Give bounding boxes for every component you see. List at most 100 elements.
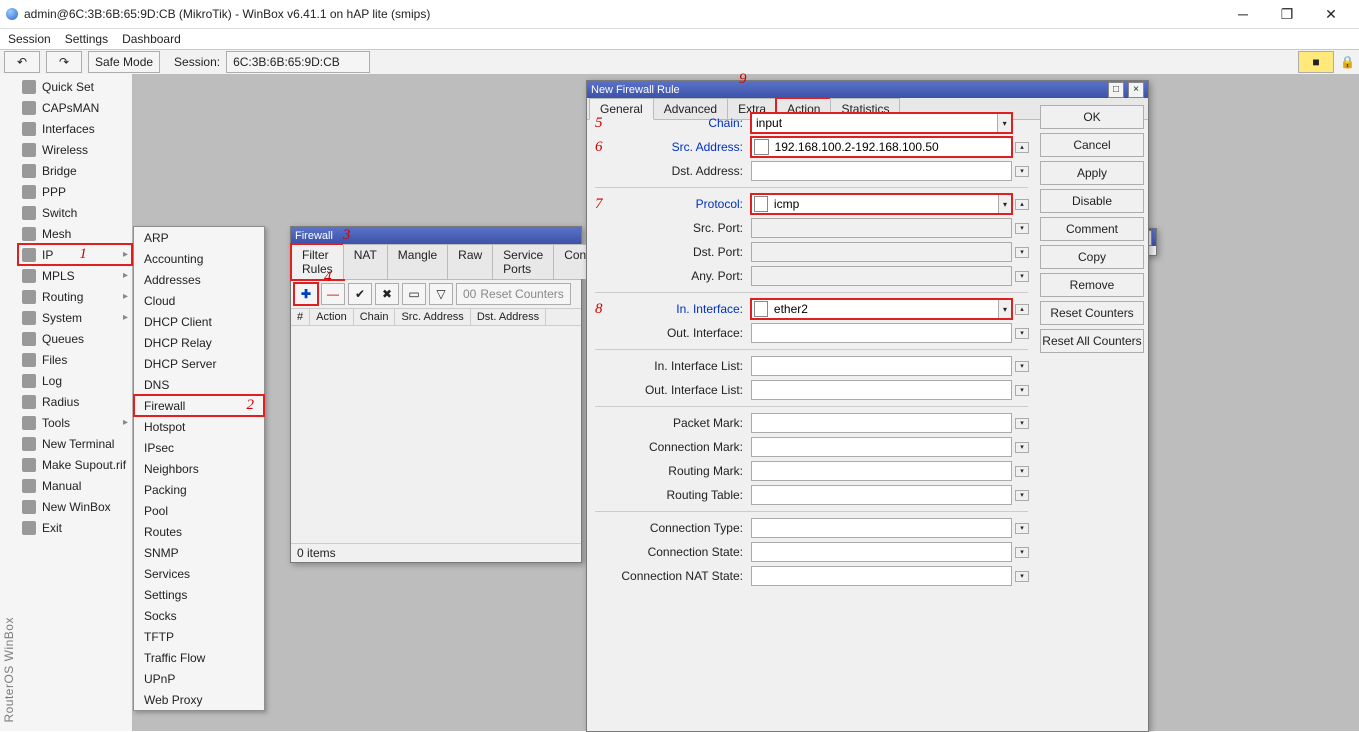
field-inif[interactable]: ▾ xyxy=(751,299,1012,319)
btn-ok[interactable]: OK xyxy=(1040,105,1144,129)
remove-rule-button[interactable]: — xyxy=(321,283,345,305)
submenu-socks[interactable]: Socks xyxy=(134,605,264,626)
submenu-addresses[interactable]: Addresses xyxy=(134,269,264,290)
sidebar-item-exit[interactable]: Exit xyxy=(18,517,132,538)
disable-rule-button[interactable]: ✖ xyxy=(375,283,399,305)
col-action[interactable]: Action xyxy=(310,309,354,325)
add-rule-button[interactable]: ✚ xyxy=(294,283,318,305)
minimize-button[interactable]: ─ xyxy=(1221,0,1265,28)
comment-rule-button[interactable]: ▭ xyxy=(402,283,426,305)
input-dst[interactable] xyxy=(752,164,1011,178)
submenu-dhcp-relay[interactable]: DHCP Relay xyxy=(134,332,264,353)
sidebar-item-mpls[interactable]: MPLS xyxy=(18,265,132,286)
sidebar-item-bridge[interactable]: Bridge xyxy=(18,160,132,181)
submenu-hotspot[interactable]: Hotspot xyxy=(134,416,264,437)
submenu-dns[interactable]: DNS xyxy=(134,374,264,395)
expand-rtable[interactable]: ▾ xyxy=(1015,490,1029,501)
expand-cmark[interactable]: ▾ xyxy=(1015,442,1029,453)
expand-ctype[interactable]: ▾ xyxy=(1015,523,1029,534)
filter-button[interactable]: ▽ xyxy=(429,283,453,305)
expand-dst[interactable]: ▾ xyxy=(1015,166,1029,177)
input-ctype[interactable] xyxy=(752,521,1011,535)
sidebar-item-routing[interactable]: Routing xyxy=(18,286,132,307)
input-cnat[interactable] xyxy=(752,569,1011,583)
sidebar-item-radius[interactable]: Radius xyxy=(18,391,132,412)
btn-remove[interactable]: Remove xyxy=(1040,273,1144,297)
btn-reset-counters[interactable]: Reset Counters xyxy=(1040,301,1144,325)
dropdown-proto[interactable]: ▾ xyxy=(998,195,1011,213)
submenu-firewall[interactable]: Firewall2 xyxy=(134,395,264,416)
field-rtable[interactable] xyxy=(751,485,1012,505)
close-button[interactable]: ✕ xyxy=(1309,0,1353,28)
submenu-traffic-flow[interactable]: Traffic Flow xyxy=(134,647,264,668)
col--[interactable]: # xyxy=(291,309,310,325)
sidebar-item-ppp[interactable]: PPP xyxy=(18,181,132,202)
field-cnat[interactable] xyxy=(751,566,1012,586)
submenu-accounting[interactable]: Accounting xyxy=(134,248,264,269)
btn-reset-all-counters[interactable]: Reset All Counters xyxy=(1040,329,1144,353)
field-ctype[interactable] xyxy=(751,518,1012,538)
submenu-pool[interactable]: Pool xyxy=(134,500,264,521)
submenu-cloud[interactable]: Cloud xyxy=(134,290,264,311)
field-rmark[interactable] xyxy=(751,461,1012,481)
sidebar-item-switch[interactable]: Switch xyxy=(18,202,132,223)
field-outifl[interactable] xyxy=(751,380,1012,400)
sidebar-item-queues[interactable]: Queues xyxy=(18,328,132,349)
sidebar-item-new-winbox[interactable]: New WinBox xyxy=(18,496,132,517)
sidebar-item-wireless[interactable]: Wireless xyxy=(18,139,132,160)
expand-inifl[interactable]: ▾ xyxy=(1015,361,1029,372)
sidebar-item-manual[interactable]: Manual xyxy=(18,475,132,496)
expand-rmark[interactable]: ▾ xyxy=(1015,466,1029,477)
fw-tab-nat[interactable]: NAT xyxy=(343,244,388,279)
fw-tab-service-ports[interactable]: Service Ports xyxy=(492,244,554,279)
input-proto[interactable] xyxy=(770,197,998,211)
submenu-neighbors[interactable]: Neighbors xyxy=(134,458,264,479)
fw-tab-filter-rules[interactable]: Filter Rules xyxy=(291,244,344,280)
field-src[interactable] xyxy=(751,137,1012,157)
submenu-arp[interactable]: ARP xyxy=(134,227,264,248)
field-cmark[interactable] xyxy=(751,437,1012,457)
expand-dstport[interactable]: ▾ xyxy=(1015,247,1029,258)
btn-disable[interactable]: Disable xyxy=(1040,189,1144,213)
field-cstate[interactable] xyxy=(751,542,1012,562)
input-rmark[interactable] xyxy=(752,464,1011,478)
fw-tab-raw[interactable]: Raw xyxy=(447,244,493,279)
expand-pmark[interactable]: ▾ xyxy=(1015,418,1029,429)
sidebar-item-mesh[interactable]: Mesh xyxy=(18,223,132,244)
collapse-proto[interactable]: ▴ xyxy=(1015,199,1029,210)
btn-apply[interactable]: Apply xyxy=(1040,161,1144,185)
submenu-services[interactable]: Services xyxy=(134,563,264,584)
sidebar-item-ip[interactable]: IP1 xyxy=(18,244,132,265)
redo-button[interactable]: ↷ xyxy=(46,51,82,73)
input-rtable[interactable] xyxy=(752,488,1011,502)
menu-dashboard[interactable]: Dashboard xyxy=(122,32,181,46)
sidebar-item-files[interactable]: Files xyxy=(18,349,132,370)
dialog-restore-icon[interactable]: □ xyxy=(1108,82,1124,98)
expand-srcport[interactable]: ▾ xyxy=(1015,223,1029,234)
input-cmark[interactable] xyxy=(752,440,1011,454)
enable-rule-button[interactable]: ✔ xyxy=(348,283,372,305)
collapse-inif[interactable]: ▴ xyxy=(1015,304,1029,315)
sidebar-item-tools[interactable]: Tools xyxy=(18,412,132,433)
sidebar-item-quick-set[interactable]: Quick Set xyxy=(18,76,132,97)
input-src[interactable] xyxy=(771,140,1011,154)
input-pmark[interactable] xyxy=(752,416,1011,430)
input-cstate[interactable] xyxy=(752,545,1011,559)
input-outif[interactable] xyxy=(752,326,1011,340)
maximize-button[interactable]: ❐ xyxy=(1265,0,1309,28)
input-chain[interactable] xyxy=(752,116,997,130)
btn-cancel[interactable]: Cancel xyxy=(1040,133,1144,157)
back-button[interactable]: ↶ xyxy=(4,51,40,73)
sidebar-item-make-supout-rif[interactable]: Make Supout.rif xyxy=(18,454,132,475)
sidebar-item-new-terminal[interactable]: New Terminal xyxy=(18,433,132,454)
submenu-tftp[interactable]: TFTP xyxy=(134,626,264,647)
dropdown-inif[interactable]: ▾ xyxy=(998,300,1011,318)
expand-outif[interactable]: ▾ xyxy=(1015,328,1029,339)
btn-comment[interactable]: Comment xyxy=(1040,217,1144,241)
submenu-snmp[interactable]: SNMP xyxy=(134,542,264,563)
col-dst-address[interactable]: Dst. Address xyxy=(471,309,546,325)
sidebar-item-log[interactable]: Log xyxy=(18,370,132,391)
sidebar-item-capsman[interactable]: CAPsMAN xyxy=(18,97,132,118)
input-inif[interactable] xyxy=(770,302,998,316)
input-inifl[interactable] xyxy=(752,359,1011,373)
